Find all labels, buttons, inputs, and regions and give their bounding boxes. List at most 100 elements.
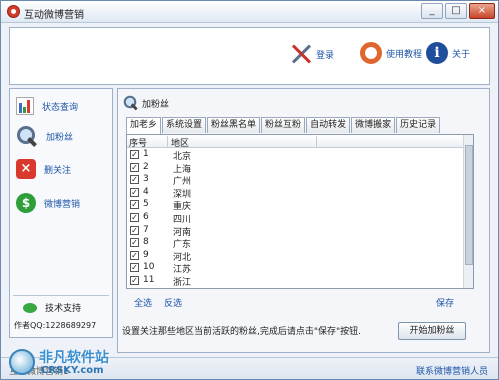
sidebar-item-label: 加粉丝 [46,132,74,143]
support-title-text: 技术支持 [45,304,82,314]
tab-hometown[interactable]: 加老乡 [126,117,162,134]
tutorial-label: 使用教程 [386,49,423,60]
list-item[interactable]: ✓ 1 北京 [127,149,464,162]
list-item[interactable]: ✓ 5 重庆 [127,199,464,212]
vertical-scrollbar[interactable] [463,135,473,288]
row-checkbox[interactable]: ✓ [130,175,139,185]
info-icon: i [426,42,448,64]
window-title: 互动微博营销 [24,10,84,21]
invert-selection-link[interactable]: 反选 [164,296,182,309]
row-number: 3 [143,174,149,185]
chart-icon [16,97,34,115]
row-checkbox[interactable]: ✓ [130,238,139,248]
row-region: 河南 [173,227,192,238]
row-number: 7 [143,224,149,235]
title-bar: 互动微博营销 _ □ × [1,1,498,23]
tab-auto-repost[interactable]: 自动转发 [306,117,351,133]
select-all-link[interactable]: 全选 [134,296,152,309]
row-number: 5 [143,199,149,210]
sidebar: 状态查询 加粉丝 × 删关注 $ 微博营销 技术支持 作者QQ:12286892… [9,88,113,338]
chat-bubble-icon [23,302,37,313]
watermark: 非凡软件站 CRSKY.com [9,343,121,379]
row-region: 浙江 [173,277,192,288]
support-box: 技术支持 作者QQ:1228689297 [13,295,109,333]
tab-bar: 加老乡 系统设置 粉丝黑名单 粉丝互粉 自动转发 微博搬家 历史记录 [126,117,441,134]
watermark-domain: CRSKY.com [41,365,104,376]
section-header: 加粉丝 [123,95,169,111]
list-item[interactable]: ✓ 3 广州 [127,174,464,187]
row-number: 11 [143,274,155,285]
close-button[interactable]: × [469,3,495,19]
list-item[interactable]: ✓ 7 河南 [127,225,464,238]
window-controls: _ □ × [421,3,495,19]
row-region: 四川 [173,214,192,225]
list-item[interactable]: ✓ 2 上海 [127,162,464,175]
row-number: 9 [143,249,149,260]
row-region: 河北 [173,252,192,263]
row-region: 重庆 [173,202,192,213]
region-list[interactable]: 序号 地区 ✓ 1 北京 ✓ 2 上海 ✓ 3 广州 ✓ 4 深圳 ✓ 5 重庆 ✓ 6 四川 ✓ 7 河南 ✓ 8 广东 ✓ 9… [126,134,474,289]
column-header-number[interactable]: 序号 [129,136,168,149]
row-region: 深圳 [173,189,192,200]
tutorial-button[interactable]: 使用教程 [360,42,422,64]
main-panel: 加粉丝 加老乡 系统设置 粉丝黑名单 粉丝互粉 自动转发 微博搬家 历史记录 序… [117,88,490,353]
row-checkbox[interactable]: ✓ [130,187,139,197]
tools-icon [290,42,312,66]
row-region: 江苏 [173,265,192,276]
support-title: 技术支持 [23,301,81,314]
tab-history[interactable]: 历史记录 [396,117,441,133]
list-item[interactable]: ✓ 8 广东 [127,237,464,250]
row-number: 1 [143,149,149,159]
sidebar-item-marketing[interactable]: $ 微博营销 [16,193,80,213]
login-label: 登录 [316,50,335,61]
row-checkbox[interactable]: ✓ [130,275,139,285]
row-checkbox[interactable]: ✓ [130,212,139,222]
about-button[interactable]: i 关于 [426,42,470,64]
sidebar-item-status[interactable]: 状态查询 [16,97,78,115]
contact-link[interactable]: 联系微博营销人员 [416,364,488,377]
sidebar-item-label: 删关注 [44,165,72,176]
list-rows: ✓ 1 北京 ✓ 2 上海 ✓ 3 广州 ✓ 4 深圳 ✓ 5 重庆 ✓ 6 四川 ✓ 7 河南 ✓ 8 广东 ✓ 9 河北 ✓ 10 江… [127,149,464,288]
tab-fan-blacklist[interactable]: 粉丝黑名单 [207,117,261,133]
start-add-fans-button[interactable]: 开始加粉丝 [398,322,466,340]
tab-mutual-follow[interactable]: 粉丝互粉 [261,117,306,133]
about-label: 关于 [452,49,471,60]
tab-system-settings[interactable]: 系统设置 [162,117,207,133]
list-item[interactable]: ✓ 4 深圳 [127,187,464,200]
login-button[interactable]: 登录 [290,42,334,66]
list-item[interactable]: ✓ 9 河北 [127,250,464,263]
magnifier-icon [123,95,137,109]
row-checkbox[interactable]: ✓ [130,200,139,210]
list-item[interactable]: ✓ 11 浙江 [127,275,464,288]
column-header-region[interactable]: 地区 [171,136,317,149]
row-number: 4 [143,186,149,197]
row-checkbox[interactable]: ✓ [130,263,139,273]
list-item[interactable]: ✓ 6 四川 [127,212,464,225]
row-number: 2 [143,161,149,172]
row-region: 广州 [173,177,192,188]
row-region: 北京 [173,152,192,162]
scrollbar-thumb[interactable] [465,145,473,265]
sidebar-item-label: 微博营销 [44,199,81,210]
sidebar-item-add-fans[interactable]: 加粉丝 [16,125,73,147]
dollar-icon: $ [16,193,36,213]
maximize-button[interactable]: □ [445,3,467,19]
row-checkbox[interactable]: ✓ [130,225,139,235]
list-header: 序号 地区 [127,135,464,149]
row-checkbox[interactable]: ✓ [130,250,139,260]
top-toolbar: 登录 使用教程 i 关于 [9,27,490,85]
row-checkbox[interactable]: ✓ [130,150,139,159]
lifebuoy-icon [360,42,382,64]
hint-text: 设置关注那些地区当前活跃的粉丝,完成后请点击"保存"按钮. [122,327,362,337]
tab-weibo-move[interactable]: 微博搬家 [351,117,396,133]
list-item[interactable]: ✓ 10 江苏 [127,262,464,275]
save-link[interactable]: 保存 [436,296,454,309]
row-region: 广东 [173,240,192,251]
minimize-button[interactable]: _ [421,3,443,19]
magnifier-icon [16,125,38,147]
sidebar-item-unfollow[interactable]: × 删关注 [16,159,71,179]
sidebar-item-label: 状态查询 [42,102,79,113]
row-checkbox[interactable]: ✓ [130,162,139,172]
delete-icon: × [16,159,36,179]
row-number: 8 [143,237,149,248]
